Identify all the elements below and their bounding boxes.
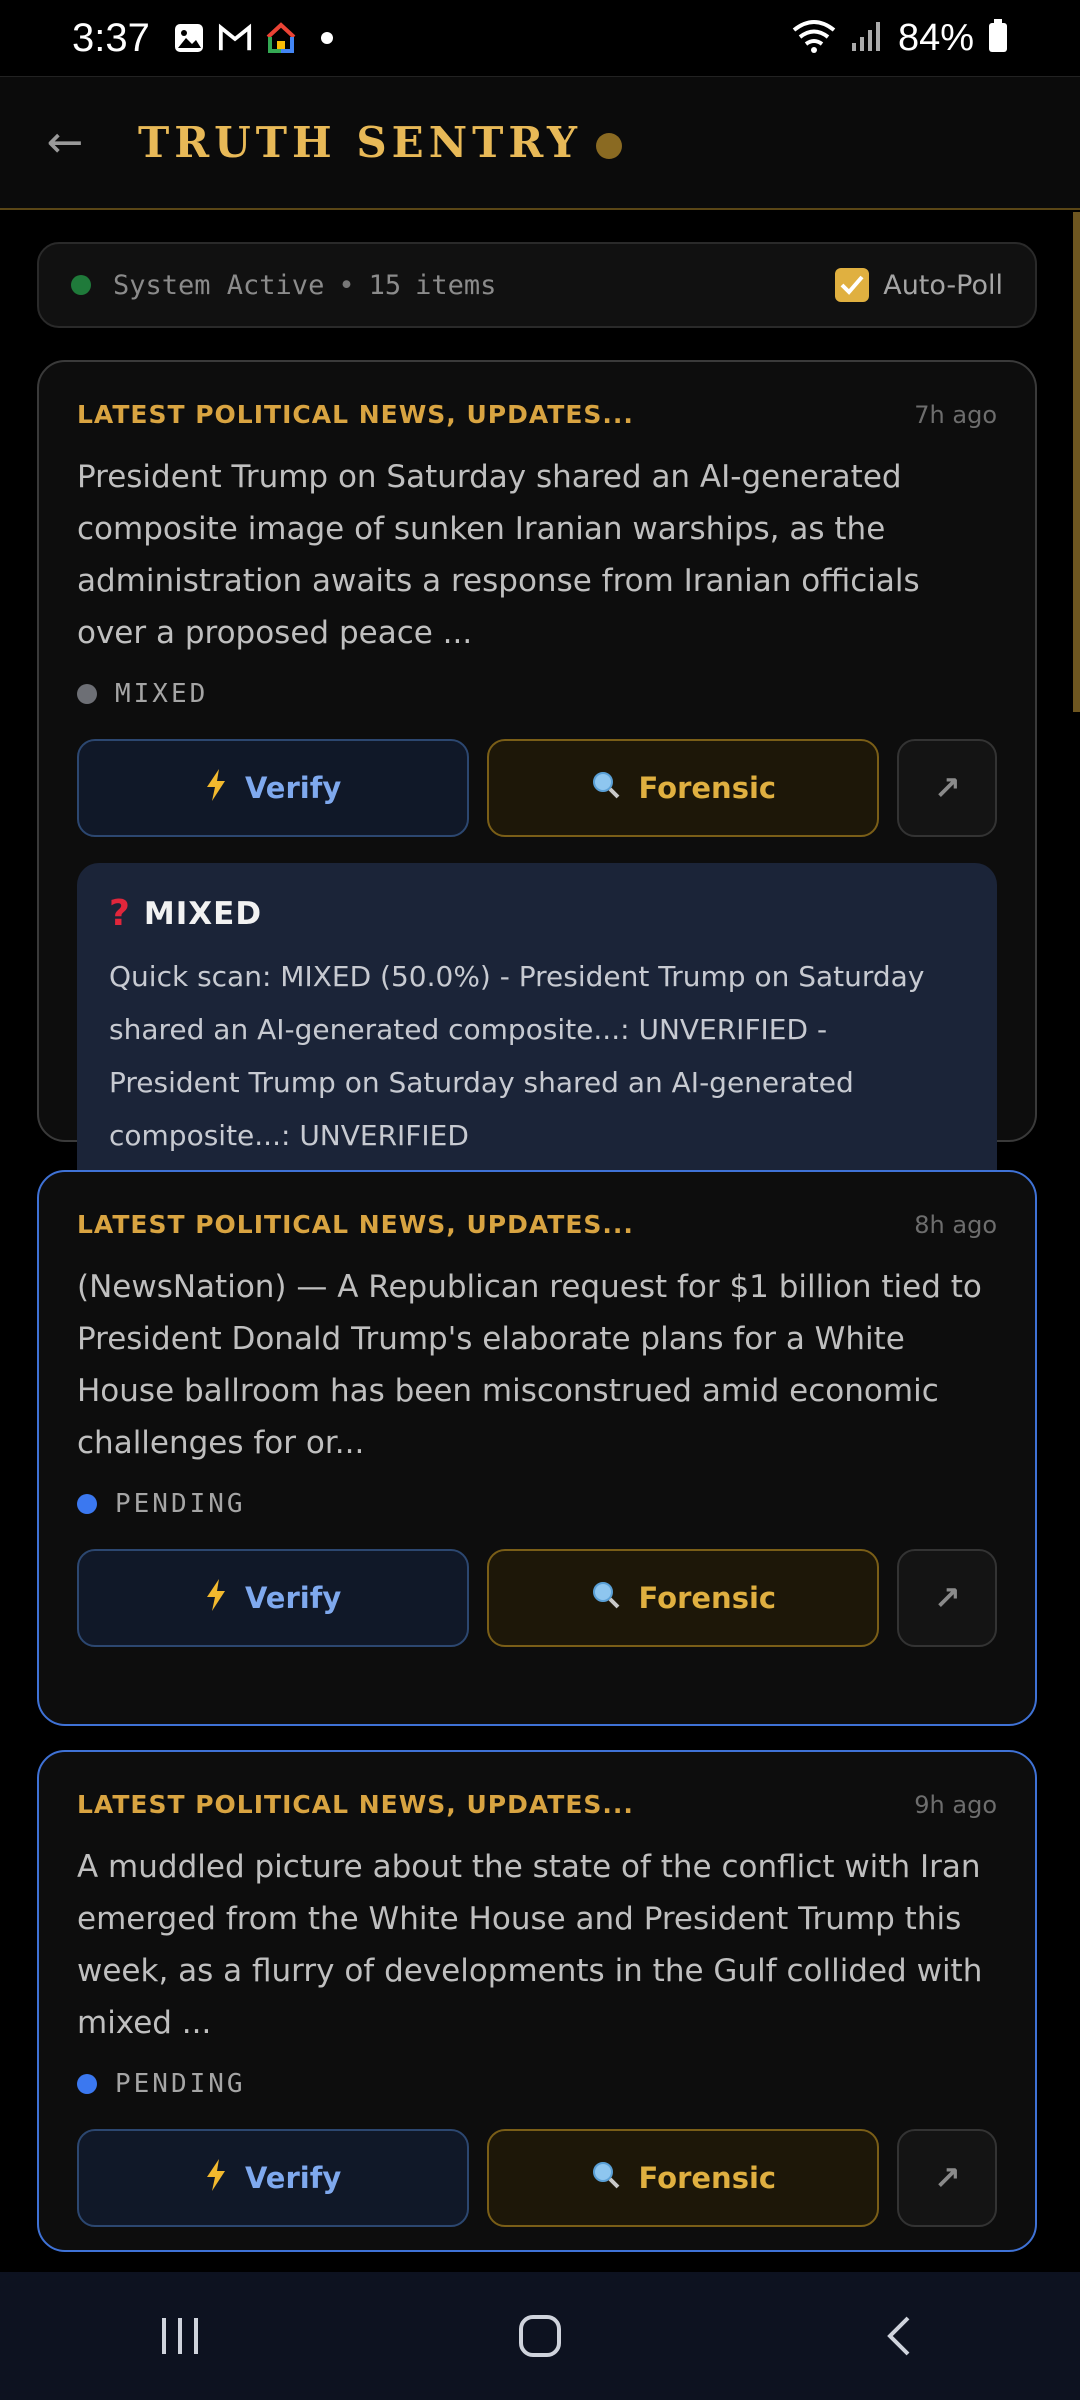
home-icon — [519, 2315, 561, 2357]
app-header: ← TRUTH SENTRY — [0, 76, 1080, 210]
app-title: TRUTH SENTRY — [138, 118, 582, 167]
magnifier-icon — [591, 2160, 621, 2197]
magnifier-icon — [591, 770, 621, 807]
open-external-button[interactable]: ↗ — [897, 2129, 997, 2227]
system-navigation-bar — [0, 2272, 1080, 2400]
news-card: LATEST POLITICAL NEWS, UPDATES... 7h ago… — [37, 360, 1037, 1196]
status-bar: 3:37 84% — [0, 0, 1080, 76]
arrow-left-icon: ← — [46, 117, 84, 168]
lightning-icon — [205, 768, 227, 809]
status-dot — [77, 2074, 97, 2094]
autopoll-checkbox[interactable] — [835, 268, 870, 302]
news-summary: (NewsNation) — A Republican request for … — [77, 1269, 982, 1461]
question-mark-icon: ? — [109, 893, 130, 934]
open-external-button[interactable]: ↗ — [897, 1549, 997, 1647]
verdict-title: MIXED — [143, 895, 263, 932]
news-source: LATEST POLITICAL NEWS, UPDATES... — [77, 400, 634, 429]
home-button[interactable] — [480, 2296, 600, 2376]
verify-button[interactable]: Verify — [77, 1549, 470, 1647]
open-external-button[interactable]: ↗ — [897, 739, 997, 837]
system-status-label: System Active — [113, 269, 325, 301]
status-dot — [77, 684, 97, 704]
feed-scroll-area[interactable]: System Active • 15 items Auto-Poll LATES… — [0, 212, 1080, 2272]
signal-icon — [850, 19, 884, 57]
battery-percent: 84% — [897, 16, 974, 59]
news-summary: A muddled picture about the state of the… — [77, 1849, 983, 2041]
verify-button[interactable]: Verify — [77, 739, 470, 837]
status-time: 3:37 — [72, 15, 150, 60]
arrow-up-right-icon: ↗ — [933, 2159, 961, 2197]
forensic-label: Forensic — [638, 771, 777, 805]
status-label: PENDING — [115, 2069, 246, 2099]
forensic-label: Forensic — [638, 2161, 777, 2195]
notification-dot-icon — [310, 21, 344, 55]
news-status: MIXED — [77, 679, 997, 709]
recent-apps-button[interactable] — [120, 2296, 240, 2376]
verify-label: Verify — [244, 2161, 342, 2195]
forensic-label: Forensic — [638, 1581, 777, 1615]
forensic-button[interactable]: Forensic — [487, 1549, 880, 1647]
scrollbar-thumb[interactable] — [1073, 212, 1080, 712]
verify-label: Verify — [244, 1581, 342, 1615]
status-dot — [77, 1494, 97, 1514]
chevron-left-icon — [887, 2316, 910, 2356]
news-time: 9h ago — [914, 1790, 997, 1819]
news-source: LATEST POLITICAL NEWS, UPDATES... — [77, 1210, 634, 1239]
gmail-icon — [218, 21, 252, 55]
news-status: PENDING — [77, 2069, 997, 2099]
news-card: LATEST POLITICAL NEWS, UPDATES... 8h ago… — [37, 1170, 1037, 1726]
lightning-icon — [205, 2158, 227, 2199]
recent-apps-icon — [162, 2318, 198, 2354]
verify-button[interactable]: Verify — [77, 2129, 470, 2227]
news-time: 7h ago — [914, 400, 997, 429]
status-label: MIXED — [115, 679, 209, 709]
forensic-button[interactable]: Forensic — [487, 2129, 880, 2227]
title-status-dot — [595, 132, 622, 159]
news-summary: President Trump on Saturday shared an AI… — [77, 459, 920, 651]
google-home-icon — [264, 21, 298, 55]
lightning-icon — [205, 1578, 227, 1619]
back-button[interactable]: ← — [30, 108, 100, 178]
verdict-text: Quick scan: MIXED (50.0%) - President Tr… — [109, 960, 925, 1152]
news-time: 8h ago — [914, 1210, 997, 1239]
verify-label: Verify — [244, 771, 342, 805]
wifi-icon — [792, 18, 836, 58]
arrow-up-right-icon: ↗ — [933, 1579, 961, 1617]
item-count-label: items — [415, 269, 497, 301]
status-label: PENDING — [115, 1489, 246, 1519]
magnifier-icon — [591, 1580, 621, 1617]
separator: • — [338, 269, 355, 301]
back-nav-button[interactable] — [840, 2296, 960, 2376]
news-status: PENDING — [77, 1489, 997, 1519]
gallery-icon — [172, 21, 206, 55]
autopoll-label: Auto-Poll — [883, 269, 1003, 301]
system-active-indicator — [71, 275, 91, 295]
news-card: LATEST POLITICAL NEWS, UPDATES... 9h ago… — [37, 1750, 1037, 2252]
news-source: LATEST POLITICAL NEWS, UPDATES... — [77, 1790, 634, 1819]
system-status-text: System Active • 15 items — [113, 270, 496, 301]
autopoll-toggle[interactable]: Auto-Poll — [835, 268, 1003, 302]
system-status-strip: System Active • 15 items Auto-Poll — [37, 242, 1037, 328]
forensic-button[interactable]: Forensic — [487, 739, 880, 837]
arrow-up-right-icon: ↗ — [933, 769, 961, 807]
item-count: 15 — [368, 269, 402, 301]
verdict-panel: ? MIXED Quick scan: MIXED (50.0%) - Pres… — [77, 863, 997, 1196]
battery-icon — [988, 19, 1008, 57]
